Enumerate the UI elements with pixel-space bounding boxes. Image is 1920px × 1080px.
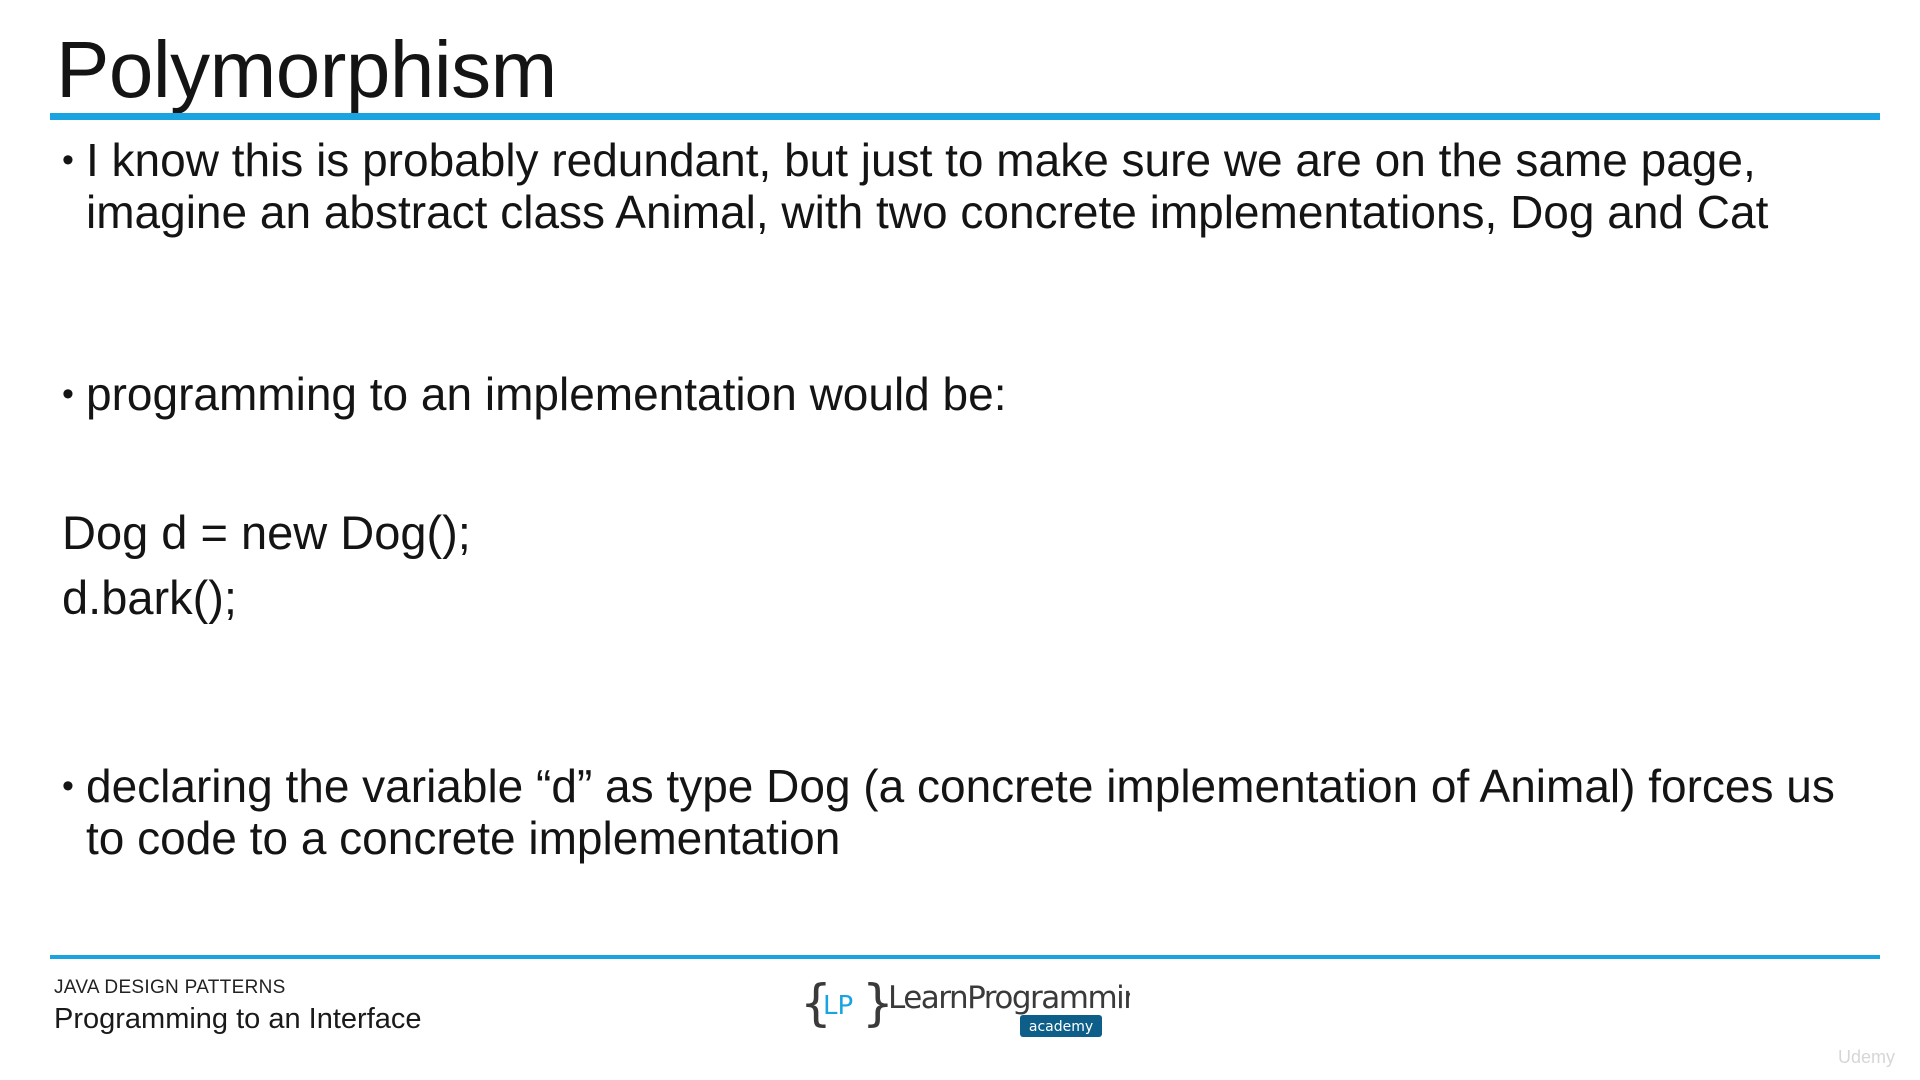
udemy-watermark: Udemy — [1838, 1047, 1896, 1067]
title-divider — [50, 113, 1880, 120]
logo-brand: LearnProgramming — [888, 980, 1130, 1016]
slide-title: Polymorphism — [56, 25, 557, 114]
logo-sub: academy — [1029, 1019, 1093, 1035]
bullet-icon: • — [62, 767, 74, 805]
bullet-text: declaring the variable “d” as type Dog (… — [86, 760, 1835, 864]
slide: Polymorphism • I know this is probably r… — [0, 0, 1920, 1080]
logo-mark: LP — [823, 991, 853, 1021]
learnprogramming-logo: { LP } LearnProgramming academy — [800, 974, 1130, 1037]
code-line: d.bark(); — [62, 571, 237, 624]
bullet-item: • programming to an implementation would… — [62, 368, 1842, 420]
bullet-icon: • — [62, 141, 74, 179]
code-line: Dog d = new Dog(); — [62, 506, 471, 559]
course-name: JAVA DESIGN PATTERNS — [54, 977, 286, 998]
code-example: Dog d = new Dog(); d.bark(); — [62, 500, 471, 630]
footer-divider — [50, 955, 1880, 959]
lesson-title: Programming to an Interface — [54, 1003, 422, 1035]
bullet-icon: • — [62, 375, 74, 413]
bullet-item: • I know this is probably redundant, but… — [62, 134, 1842, 238]
bullet-text: programming to an implementation would b… — [86, 368, 1007, 420]
bullet-item: • declaring the variable “d” as type Dog… — [62, 760, 1842, 864]
bullet-text: I know this is probably redundant, but j… — [86, 134, 1769, 238]
